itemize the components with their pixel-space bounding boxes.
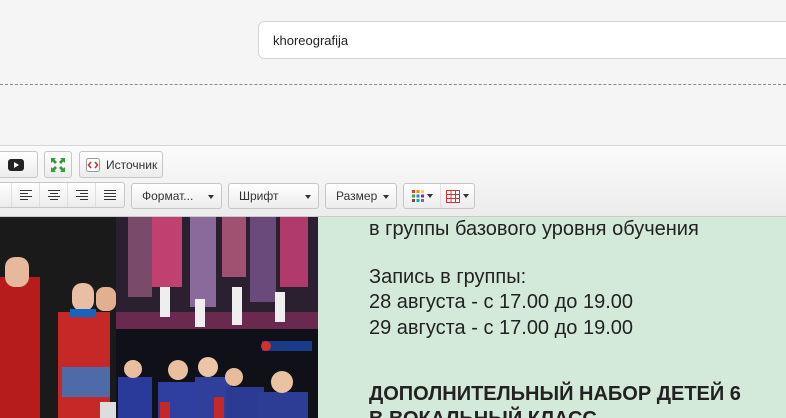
chevron-down-icon <box>305 195 311 199</box>
align-justify-icon <box>103 189 116 201</box>
maximize-group <box>44 151 72 178</box>
table-button[interactable] <box>440 184 474 208</box>
font-dropdown[interactable]: Шрифт <box>228 183 319 209</box>
align-group <box>0 182 125 208</box>
dashed-divider <box>0 84 786 85</box>
chevron-down-icon <box>208 195 214 199</box>
media-group <box>0 151 38 178</box>
content-line-2: Запись в группы: <box>369 266 527 288</box>
size-label: Размер <box>336 189 378 203</box>
align-center-icon <box>47 189 60 201</box>
color-table-group <box>403 183 475 209</box>
content-line-5: ДОПОЛНИТЕЛЬНЫЙ НАБОР ДЕТЕЙ 6 <box>369 383 741 405</box>
editor-content[interactable]: в группы базового уровня обучения Запись… <box>0 217 786 418</box>
maximize-icon <box>51 157 65 172</box>
editor-toolbar: Источник Формат... Шрифт Размер <box>0 145 786 217</box>
font-label: Шрифт <box>239 189 279 203</box>
align-justify-button[interactable] <box>95 183 123 207</box>
source-button[interactable]: Источник <box>80 152 163 177</box>
chevron-down-icon <box>463 194 469 198</box>
source-code-icon <box>86 157 100 172</box>
content-line-6: В ВОКАЛЬНЫЙ КЛАСС <box>369 408 597 418</box>
content-line-3: 28 августа - с 17.00 до 19.00 <box>369 291 634 313</box>
content-line-1: в группы базового уровня обучения <box>369 218 699 240</box>
youtube-icon <box>8 158 24 171</box>
youtube-button[interactable] <box>0 152 37 177</box>
align-left-icon <box>19 189 32 201</box>
dance-photo <box>0 217 318 418</box>
format-dropdown[interactable]: Формат... <box>131 183 222 209</box>
chevron-down-icon <box>426 194 433 198</box>
table-icon <box>446 189 460 203</box>
slug-input[interactable]: khoreografija <box>258 21 786 59</box>
format-label: Формат... <box>142 189 194 203</box>
color-palette-icon <box>411 190 424 202</box>
source-label: Источник <box>106 157 158 172</box>
align-right-button[interactable] <box>67 183 95 207</box>
chevron-down-icon <box>383 195 389 199</box>
maximize-button[interactable] <box>45 152 71 177</box>
size-dropdown[interactable]: Размер <box>325 183 397 209</box>
align-center-button[interactable] <box>39 183 67 207</box>
source-group: Источник <box>79 151 163 178</box>
align-right-icon <box>75 189 88 201</box>
content-line-4: 29 августа - с 17.00 до 19.00 <box>369 317 634 339</box>
align-partial-button[interactable] <box>0 183 11 207</box>
align-left-button[interactable] <box>11 183 39 207</box>
text-color-button[interactable] <box>404 184 440 208</box>
post-settings-area: khoreografija <box>0 0 786 145</box>
